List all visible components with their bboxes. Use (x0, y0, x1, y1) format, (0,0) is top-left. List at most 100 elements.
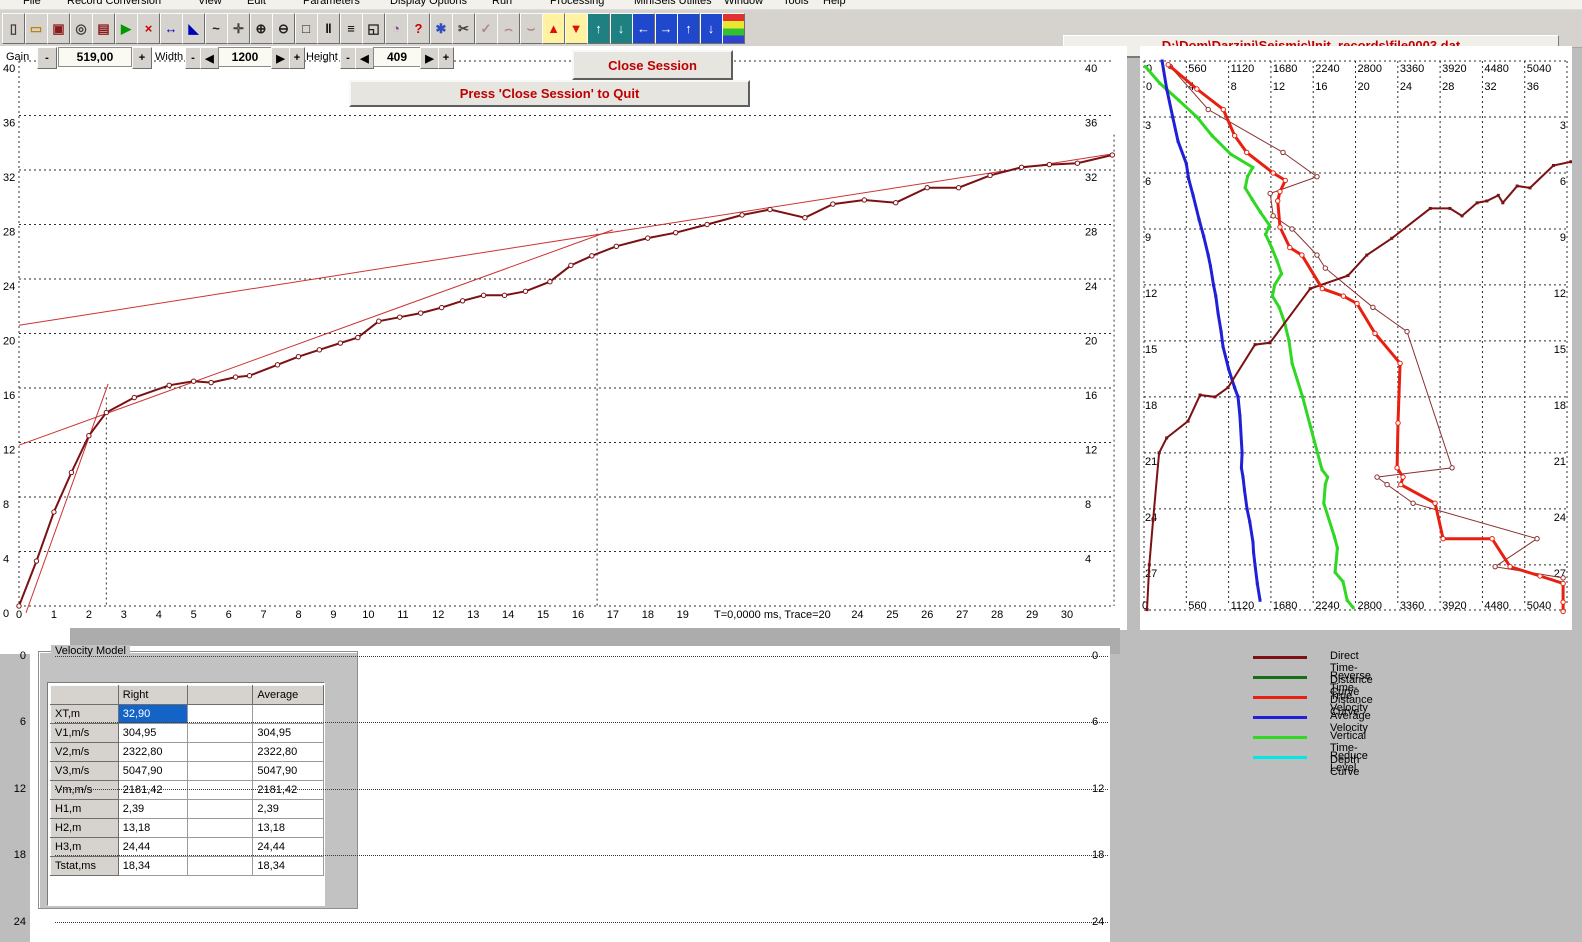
cut-picks-icon[interactable]: ✂ (452, 13, 475, 44)
mute-bottom-icon[interactable]: ▼ (565, 13, 588, 44)
svg-text:2240: 2240 (1315, 63, 1339, 75)
flow-setup-icon[interactable]: ✱ (430, 13, 453, 44)
vm-cell-right[interactable]: 2181,42 (118, 781, 188, 800)
find-icon[interactable]: ◎ (70, 13, 93, 44)
vm-cell-blank[interactable] (188, 800, 253, 819)
menu-processing[interactable]: Processing (550, 0, 604, 7)
vm-cell-average[interactable]: 24,44 (253, 838, 324, 857)
curve-smooth-up-icon[interactable]: ⌢ (497, 13, 520, 44)
height-step-right-button[interactable]: ▶ (420, 47, 439, 69)
vm-row-label: V1,m/s (51, 724, 119, 743)
width-plus-button[interactable]: + (289, 47, 305, 69)
gain-minus-button[interactable]: - (37, 47, 57, 69)
stack-view-icon[interactable]: ≡ (340, 13, 363, 44)
vm-row-label: H2,m (51, 819, 119, 838)
spectrum-view-icon[interactable]: ◔ (385, 13, 408, 44)
height-value[interactable]: 409 (373, 47, 421, 67)
menu-edit[interactable]: Edit (247, 0, 266, 7)
color-palette-icon[interactable] (722, 13, 745, 44)
save-file-icon[interactable]: ▣ (47, 13, 70, 44)
vm-cell-average[interactable]: 2322,80 (253, 743, 324, 762)
overlay-windows-icon[interactable]: ◱ (362, 13, 385, 44)
vm-cell-blank[interactable] (188, 705, 253, 724)
accept-pick-icon[interactable]: ✓ (475, 13, 498, 44)
shift-trace-down-icon[interactable]: ↓ (610, 13, 633, 44)
export-file-icon[interactable]: ▤ (92, 13, 115, 44)
move-up-icon[interactable]: ↑ (677, 13, 700, 44)
width-step-left-button[interactable]: ◀ (200, 47, 219, 69)
vm-cell-blank[interactable] (188, 743, 253, 762)
menu-bar: File Record Conversion View Edit Parameters D… (0, 0, 1582, 10)
delete-pick-icon[interactable]: × (137, 13, 160, 44)
zoom-out-icon[interactable]: ⊖ (272, 13, 295, 44)
height-step-left-button[interactable]: ◀ (355, 47, 374, 69)
menu-run[interactable]: Run (492, 0, 512, 7)
width-value[interactable]: 1200 (218, 47, 272, 67)
vm-cell-right[interactable]: 2,39 (118, 800, 188, 819)
close-session-button[interactable]: Close Session (572, 50, 733, 80)
vm-cell-average[interactable]: 5047,90 (253, 762, 324, 781)
vm-cell-right[interactable]: 5047,90 (118, 762, 188, 781)
menu-file[interactable]: File (23, 0, 41, 7)
height-minus-button[interactable]: - (340, 47, 356, 69)
dual-trace-view-icon[interactable]: ‖ (317, 13, 340, 44)
shift-trace-up-icon[interactable]: ↑ (587, 13, 610, 44)
menu-tools[interactable]: Tools (783, 0, 809, 7)
vm-cell-blank[interactable] (188, 838, 253, 857)
zoom-in-icon[interactable]: ⊕ (250, 13, 273, 44)
curve-smooth-down-icon[interactable]: ⌣ (520, 13, 543, 44)
width-step-right-button[interactable]: ▶ (271, 47, 290, 69)
move-left-icon[interactable]: ← (632, 13, 655, 44)
vm-cell-blank[interactable] (188, 857, 253, 876)
menu-help[interactable]: Help (823, 0, 846, 7)
pan-tool-icon[interactable]: ✛ (227, 13, 250, 44)
move-right-icon[interactable]: → (655, 13, 678, 44)
gain-value[interactable]: 519,00 (58, 47, 132, 67)
velocity-model-table: RightAverageXT,m32,90V1,m/s304,95304,95V… (50, 685, 324, 876)
new-file-icon[interactable]: ▯ (2, 13, 25, 44)
vm-cell-average[interactable]: 18,34 (253, 857, 324, 876)
vm-cell-average[interactable]: 304,95 (253, 724, 324, 743)
reverse-chart-gridline (55, 855, 1108, 856)
reverse-chart-gridline (55, 789, 1108, 790)
menu-record-conversion[interactable]: Record Conversion (67, 0, 161, 7)
travel-time-chart[interactable]: 0448812121616202024242828323236364040012… (0, 46, 1127, 630)
mute-top-icon[interactable]: ▲ (542, 13, 565, 44)
run-processing-icon[interactable]: ▶ (115, 13, 138, 44)
width-minus-button[interactable]: - (185, 47, 201, 69)
vm-cell-average[interactable]: 13,18 (253, 819, 324, 838)
height-plus-button[interactable]: + (438, 47, 454, 69)
vm-cell-right[interactable]: 2322,80 (118, 743, 188, 762)
wiggle-display-icon[interactable]: ~ (205, 13, 228, 44)
vm-cell-right[interactable]: 18,34 (118, 857, 188, 876)
legend-line-reverse-time-distance-curve (1253, 676, 1307, 679)
menu-parameters[interactable]: Parameters (303, 0, 360, 7)
vm-cell-average[interactable]: 2,39 (253, 800, 324, 819)
rect-zoom-icon[interactable]: □ (295, 13, 318, 44)
vm-row-label: H1,m (51, 800, 119, 819)
menu-window[interactable]: Window (724, 0, 763, 7)
vm-cell-blank[interactable] (188, 819, 253, 838)
move-down-icon[interactable]: ↓ (700, 13, 723, 44)
gain-plus-button[interactable]: + (132, 47, 152, 69)
vm-cell-blank[interactable] (188, 724, 253, 743)
amplitude-scale-icon[interactable]: ◣ (182, 13, 205, 44)
vm-cell-blank[interactable] (188, 781, 253, 800)
vm-cell-right[interactable]: 13,18 (118, 819, 188, 838)
toolbar: D:\Dom\Darzini\Seismic\Init_records\file… (0, 10, 1582, 48)
menu-display-options[interactable]: Display Options (390, 0, 467, 7)
vm-cell-average[interactable]: 2181,42 (253, 781, 324, 800)
vm-cell-average[interactable] (253, 705, 324, 724)
svg-text:27: 27 (956, 609, 968, 621)
vm-cell-right[interactable]: 32,90 (118, 705, 188, 724)
vm-cell-right[interactable]: 24,44 (118, 838, 188, 857)
help-icon[interactable]: ? (407, 13, 430, 44)
swap-traces-icon[interactable]: ↔ (160, 13, 183, 44)
menu-miniseis-utilites[interactable]: MiniSeis Utilites (634, 0, 712, 7)
menu-view[interactable]: View (198, 0, 222, 7)
svg-text:3: 3 (1145, 120, 1151, 132)
vm-cell-blank[interactable] (188, 762, 253, 781)
velocity-depth-chart[interactable]: 0005604560112081120168012168022401622402… (1140, 46, 1572, 630)
open-folder-icon[interactable]: ▭ (25, 13, 48, 44)
vm-cell-right[interactable]: 304,95 (118, 724, 188, 743)
